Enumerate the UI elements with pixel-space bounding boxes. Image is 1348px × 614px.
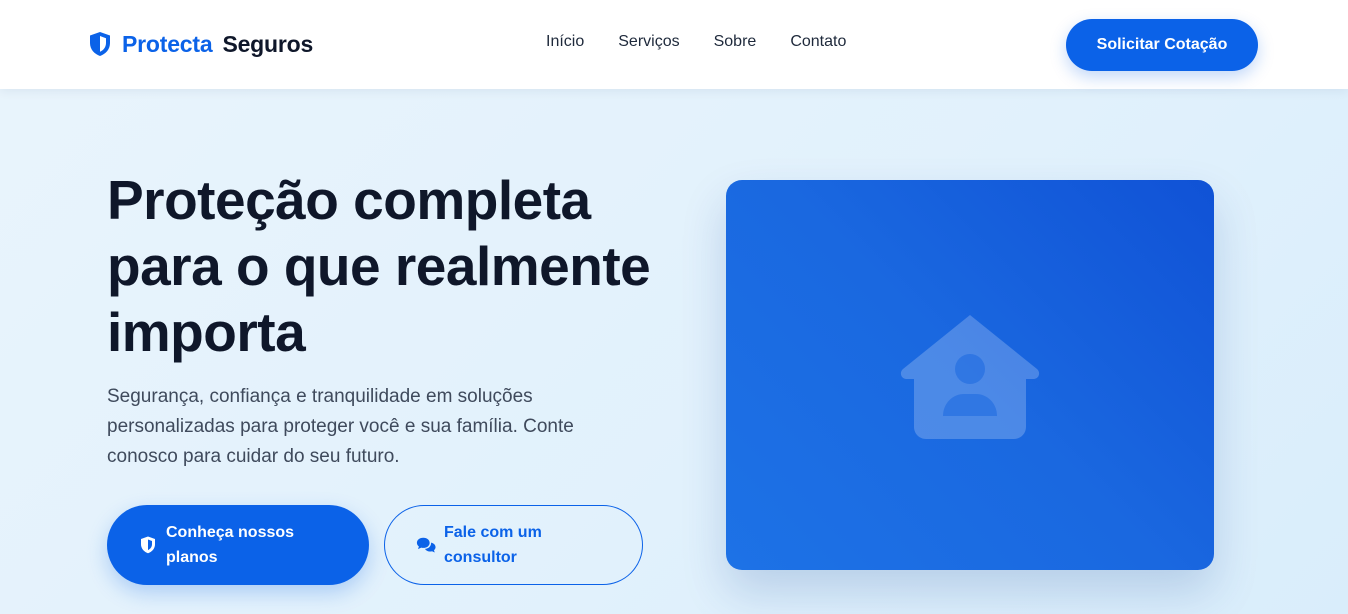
logo[interactable]: Protecta Seguros: [88, 28, 313, 60]
house-user-icon: [900, 315, 1040, 439]
talk-to-consultant-button[interactable]: Fale com um consultor: [384, 505, 643, 585]
hero-description: Segurança, confiança e tranquilidade em …: [107, 386, 574, 467]
hero-title: Proteção completa para o que realmente i…: [107, 169, 651, 363]
talk-to-consultant-label: Fale com um consultor: [444, 524, 542, 566]
nav-link-contato[interactable]: Contato: [790, 33, 846, 51]
see-plans-button[interactable]: Conheça nossos planos: [107, 505, 369, 585]
brand-suffix: Seguros: [222, 30, 314, 57]
main-nav: Início Serviços Sobre Contato: [546, 33, 846, 51]
hero-image-card: [726, 180, 1214, 570]
see-plans-label: Conheça nossos planos: [166, 524, 295, 566]
nav-link-sobre[interactable]: Sobre: [714, 33, 757, 51]
brand-name: Protecta: [122, 30, 213, 57]
nav-link-servicos[interactable]: Serviços: [618, 33, 679, 51]
shield-icon: [88, 30, 112, 58]
chat-bubbles-icon: [416, 535, 436, 555]
shield-icon: [138, 535, 158, 555]
request-quote-button[interactable]: Solicitar Cotação: [1066, 19, 1258, 71]
site-header: Protecta Seguros Início Serviços Sobre C…: [0, 0, 1348, 89]
nav-link-inicio[interactable]: Início: [546, 33, 584, 51]
